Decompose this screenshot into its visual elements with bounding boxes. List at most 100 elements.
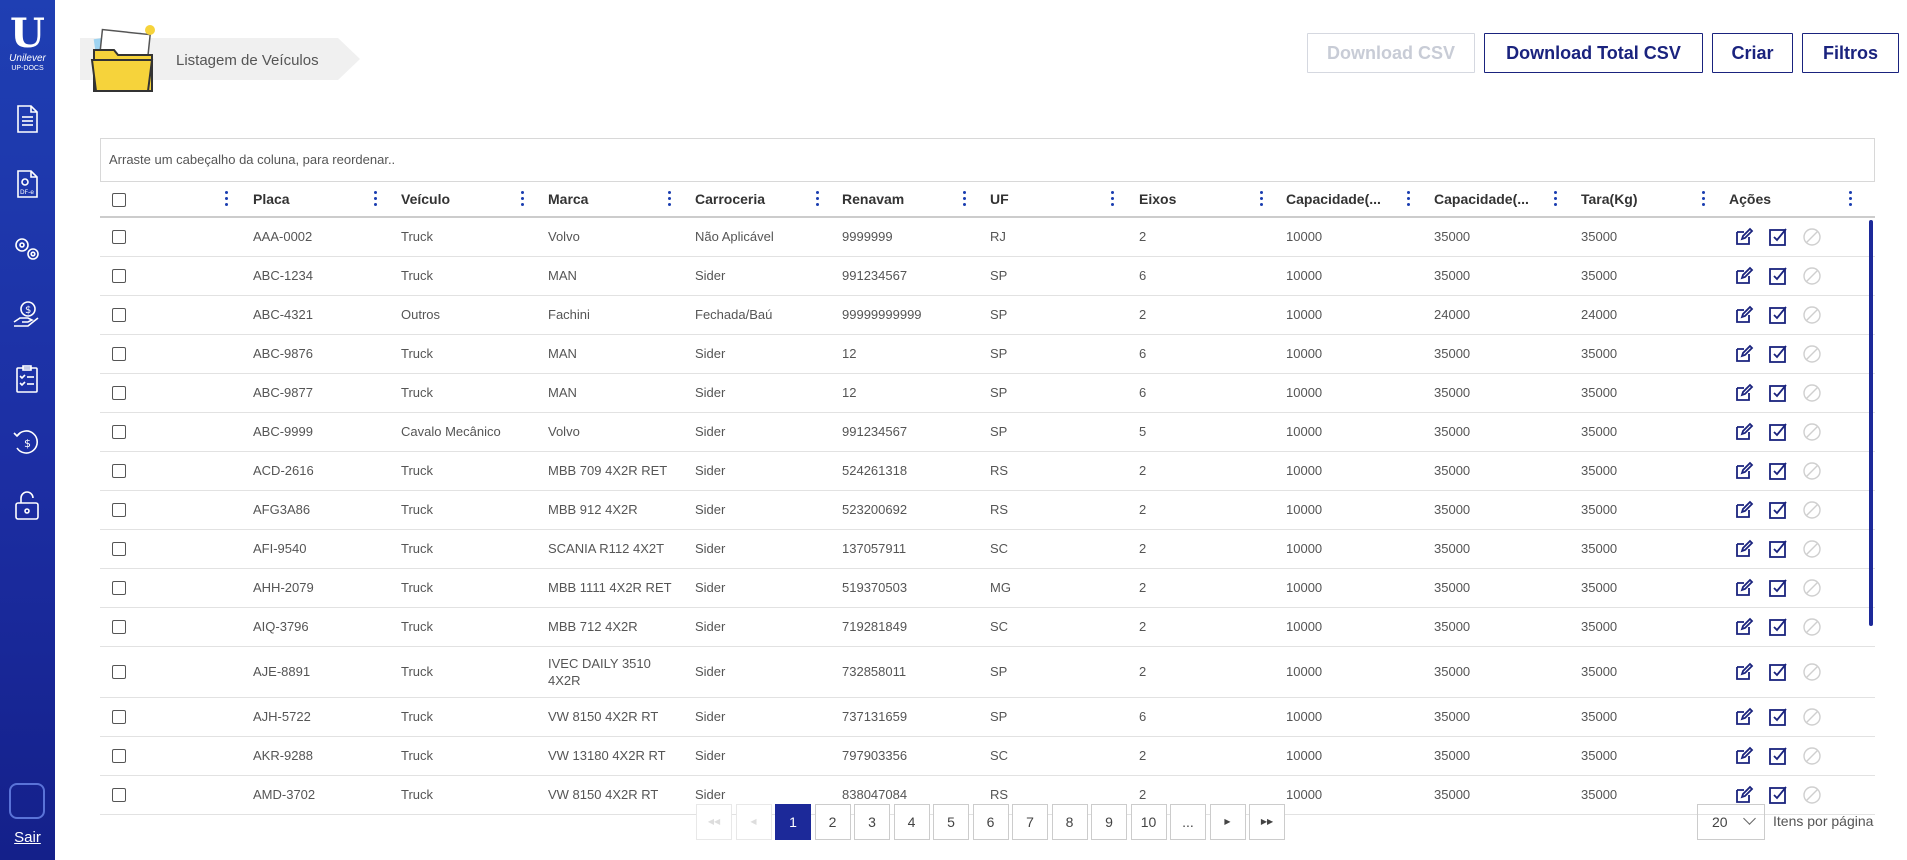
page-button[interactable]: 5 <box>933 804 969 840</box>
table-row[interactable]: AAA-0002 Truck Volvo Não Aplicável 9999999 RJ… <box>100 218 1875 257</box>
column-header-actions[interactable]: Ações <box>1729 182 1839 216</box>
page-button[interactable]: 7 <box>1012 804 1048 840</box>
table-row[interactable]: AFI-9540 Truck SCANIA R112 4X2T Sider 137057… <box>100 530 1875 569</box>
sidebar-item-dfe[interactable]: DF-e <box>11 168 43 200</box>
edit-icon[interactable] <box>1734 422 1754 442</box>
column-header-capacity-2[interactable]: Capacidade(... <box>1434 182 1534 216</box>
edit-icon[interactable] <box>1734 785 1754 805</box>
download-total-csv-button[interactable]: Download Total CSV <box>1484 33 1703 73</box>
column-header-capacity-1[interactable]: Capacidade(... <box>1286 182 1386 216</box>
row-checkbox[interactable] <box>112 503 126 517</box>
column-header-vehicle[interactable]: Veículo <box>401 182 501 216</box>
edit-icon[interactable] <box>1734 305 1754 325</box>
download-csv-button[interactable]: Download CSV <box>1307 33 1475 73</box>
column-menu-icon[interactable] <box>963 191 967 207</box>
table-row[interactable]: ABC-9877 Truck MAN Sider 12 SP 6 10000 35000 3500… <box>100 374 1875 413</box>
approve-icon[interactable] <box>1768 383 1788 403</box>
row-checkbox[interactable] <box>112 620 126 634</box>
edit-icon[interactable] <box>1734 539 1754 559</box>
table-row[interactable]: AFG3A86 Truck MBB 912 4X2R Sider 523200692 RS… <box>100 491 1875 530</box>
page-button[interactable]: 9 <box>1091 804 1127 840</box>
sidebar-item-refund[interactable]: $ <box>11 426 43 458</box>
page-button[interactable]: 1 <box>775 804 811 840</box>
row-checkbox[interactable] <box>112 749 126 763</box>
sidebar-item-payments[interactable]: $ <box>11 298 43 330</box>
approve-icon[interactable] <box>1768 266 1788 286</box>
approve-icon[interactable] <box>1768 617 1788 637</box>
sidebar-item-checklist[interactable] <box>11 363 43 395</box>
approve-icon[interactable] <box>1768 539 1788 559</box>
exit-icon[interactable] <box>9 783 45 819</box>
filters-button[interactable]: Filtros <box>1802 33 1899 73</box>
select-all-checkbox[interactable] <box>112 193 126 207</box>
row-checkbox[interactable] <box>112 269 126 283</box>
edit-icon[interactable] <box>1734 617 1754 637</box>
approve-icon[interactable] <box>1768 227 1788 247</box>
page-size-select[interactable]: 20 <box>1697 804 1765 840</box>
page-button[interactable]: 4 <box>893 804 930 840</box>
approve-icon[interactable] <box>1768 422 1788 442</box>
approve-icon[interactable] <box>1768 500 1788 520</box>
edit-icon[interactable] <box>1734 662 1754 682</box>
approve-icon[interactable] <box>1768 662 1788 682</box>
approve-icon[interactable] <box>1768 461 1788 481</box>
table-row[interactable]: AJH-5722 Truck VW 8150 4X2R RT Sider 7371316… <box>100 698 1875 737</box>
row-checkbox[interactable] <box>112 308 126 322</box>
page-button[interactable]: 6 <box>972 804 1009 840</box>
table-row[interactable]: AIQ-3796 Truck MBB 712 4X2R Sider 719281849 S… <box>100 608 1875 647</box>
page-button[interactable]: 3 <box>854 804 890 840</box>
edit-icon[interactable] <box>1734 266 1754 286</box>
last-page-icon[interactable]: ▶▶ <box>1249 804 1285 840</box>
column-menu-icon[interactable] <box>1111 191 1115 207</box>
table-row[interactable]: ABC-9999 Cavalo Mecânico Volvo Sider 9912345… <box>100 413 1875 452</box>
column-menu-icon[interactable] <box>1849 191 1853 207</box>
sidebar-item-settings[interactable] <box>11 233 43 265</box>
row-checkbox[interactable] <box>112 788 126 802</box>
column-menu-icon[interactable] <box>521 191 525 207</box>
exit-link[interactable]: Sair <box>0 829 55 846</box>
row-checkbox[interactable] <box>112 230 126 244</box>
table-row[interactable]: AKR-9288 Truck VW 13180 4X2R RT Sider 797903… <box>100 737 1875 776</box>
edit-icon[interactable] <box>1734 707 1754 727</box>
edit-icon[interactable] <box>1734 227 1754 247</box>
column-header-body[interactable]: Carroceria <box>695 182 795 216</box>
page-button[interactable]: 2 <box>814 804 851 840</box>
table-row[interactable]: ACD-2616 Truck MBB 709 4X2R RET Sider 524261… <box>100 452 1875 491</box>
edit-icon[interactable] <box>1734 746 1754 766</box>
table-row[interactable]: ABC-4321 Outros Fachini Fechada/Baú 99999999… <box>100 296 1875 335</box>
page-button[interactable]: ... <box>1170 804 1206 840</box>
row-checkbox[interactable] <box>112 710 126 724</box>
sidebar-item-documents[interactable] <box>11 103 43 135</box>
table-row[interactable]: AHH-2079 Truck MBB 1111 4X2R RET Sider 51937… <box>100 569 1875 608</box>
edit-icon[interactable] <box>1734 344 1754 364</box>
column-menu-icon[interactable] <box>1702 191 1706 207</box>
column-menu-icon[interactable] <box>1554 191 1558 207</box>
approve-icon[interactable] <box>1768 344 1788 364</box>
column-header-plate[interactable]: Placa <box>253 182 353 216</box>
approve-icon[interactable] <box>1768 785 1788 805</box>
edit-icon[interactable] <box>1734 383 1754 403</box>
column-menu-icon[interactable] <box>816 191 820 207</box>
approve-icon[interactable] <box>1768 746 1788 766</box>
row-checkbox[interactable] <box>112 542 126 556</box>
column-header-tare[interactable]: Tara(Kg) <box>1581 182 1681 216</box>
row-checkbox[interactable] <box>112 581 126 595</box>
row-checkbox[interactable] <box>112 386 126 400</box>
table-row[interactable]: ABC-9876 Truck MAN Sider 12 SP 6 10000 35000 3500… <box>100 335 1875 374</box>
column-header-brand[interactable]: Marca <box>548 182 648 216</box>
page-button[interactable]: 10 <box>1130 804 1167 840</box>
sidebar-item-lock[interactable] <box>11 489 43 521</box>
row-checkbox[interactable] <box>112 665 126 679</box>
approve-icon[interactable] <box>1768 707 1788 727</box>
column-header-renavam[interactable]: Renavam <box>842 182 942 216</box>
column-menu-icon[interactable] <box>1260 191 1264 207</box>
column-menu-icon[interactable] <box>668 191 672 207</box>
table-row[interactable]: ABC-1234 Truck MAN Sider 991234567 SP 6 10000 35… <box>100 257 1875 296</box>
create-button[interactable]: Criar <box>1712 33 1793 73</box>
next-page-icon[interactable]: ▶ <box>1209 804 1246 840</box>
row-checkbox[interactable] <box>112 347 126 361</box>
grid-scrollbar[interactable] <box>1869 220 1873 626</box>
edit-icon[interactable] <box>1734 500 1754 520</box>
column-menu-icon[interactable] <box>225 191 229 207</box>
column-header-axles[interactable]: Eixos <box>1139 182 1239 216</box>
